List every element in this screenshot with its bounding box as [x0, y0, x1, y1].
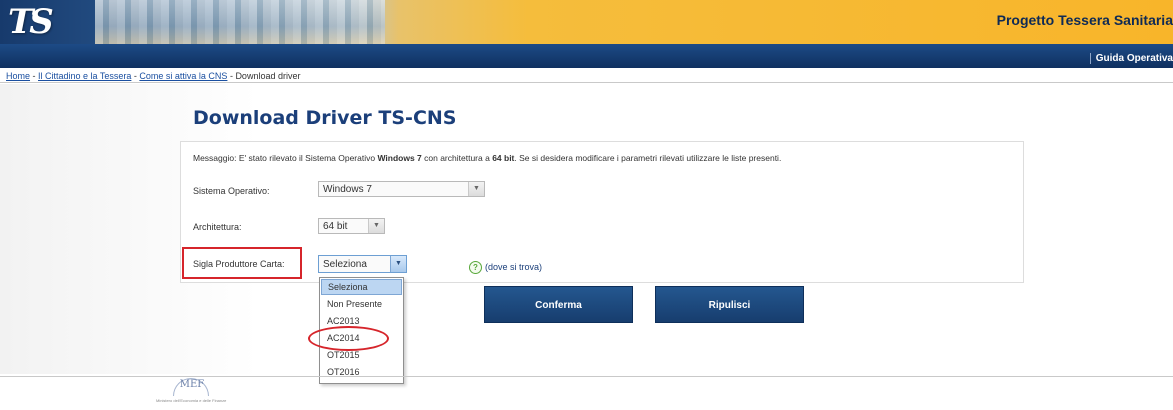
detection-message: Messaggio: E' stato rilevato il Sistema … [193, 153, 782, 163]
arch-select-value: 64 bit [323, 221, 348, 232]
os-select[interactable]: Windows 7 ▼ [318, 181, 485, 197]
nav-bar [0, 44, 1173, 68]
confirm-button[interactable]: Conferma [484, 286, 633, 323]
help-link[interactable]: ? (dove si trova) [469, 261, 542, 274]
os-select-value: Windows 7 [323, 184, 372, 195]
chevron-down-icon[interactable]: ▼ [468, 182, 484, 196]
vendor-select[interactable]: Seleziona ▼ [318, 255, 407, 273]
mef-logo[interactable]: MEF [175, 379, 209, 395]
nav-link-guida-operativa[interactable]: Guida Operativa [1095, 53, 1173, 64]
ts-logo[interactable]: TS [8, 2, 68, 42]
site-header: TS Progetto Tessera Sanitaria [0, 0, 1173, 44]
breadcrumb-current: Download driver [235, 71, 301, 81]
nav-divider [1090, 53, 1091, 64]
option-seleziona[interactable]: Seleziona [321, 279, 402, 295]
detected-arch: 64 bit [492, 153, 515, 163]
breadcrumb-home[interactable]: Home [6, 71, 30, 81]
arch-label: Architettura: [193, 222, 242, 232]
option-non-presente[interactable]: Non Presente [320, 296, 403, 313]
breadcrumb: Home - Il Cittadino e la Tessera - Come … [6, 71, 300, 81]
os-label: Sistema Operativo: [193, 186, 270, 196]
vendor-label-highlight [182, 247, 302, 279]
header-banner-image [95, 0, 385, 44]
option-ot2016[interactable]: OT2016 [320, 364, 403, 381]
breadcrumb-attiva-cns[interactable]: Come si attiva la CNS [139, 71, 227, 81]
footer-divider [0, 376, 1173, 377]
page-title: Download Driver TS-CNS [193, 107, 457, 129]
breadcrumb-separator: - [30, 71, 39, 81]
breadcrumb-cittadino[interactable]: Il Cittadino e la Tessera [38, 71, 131, 81]
help-link-text[interactable]: (dove si trova) [485, 262, 542, 272]
chevron-down-icon[interactable]: ▼ [390, 256, 406, 272]
chevron-down-icon[interactable]: ▼ [368, 219, 384, 233]
mef-logo-subtitle: Ministero dell'Economia e delle Finanze [156, 398, 227, 403]
question-icon[interactable]: ? [469, 261, 482, 274]
site-title: Progetto Tessera Sanitaria [996, 12, 1173, 28]
reset-button[interactable]: Ripulisci [655, 286, 804, 323]
breadcrumb-divider [0, 82, 1173, 83]
ac2014-highlight-circle [308, 326, 389, 351]
vendor-select-value: Seleziona [323, 259, 367, 270]
detected-os: Windows 7 [377, 153, 422, 163]
arch-select[interactable]: 64 bit ▼ [318, 218, 385, 234]
